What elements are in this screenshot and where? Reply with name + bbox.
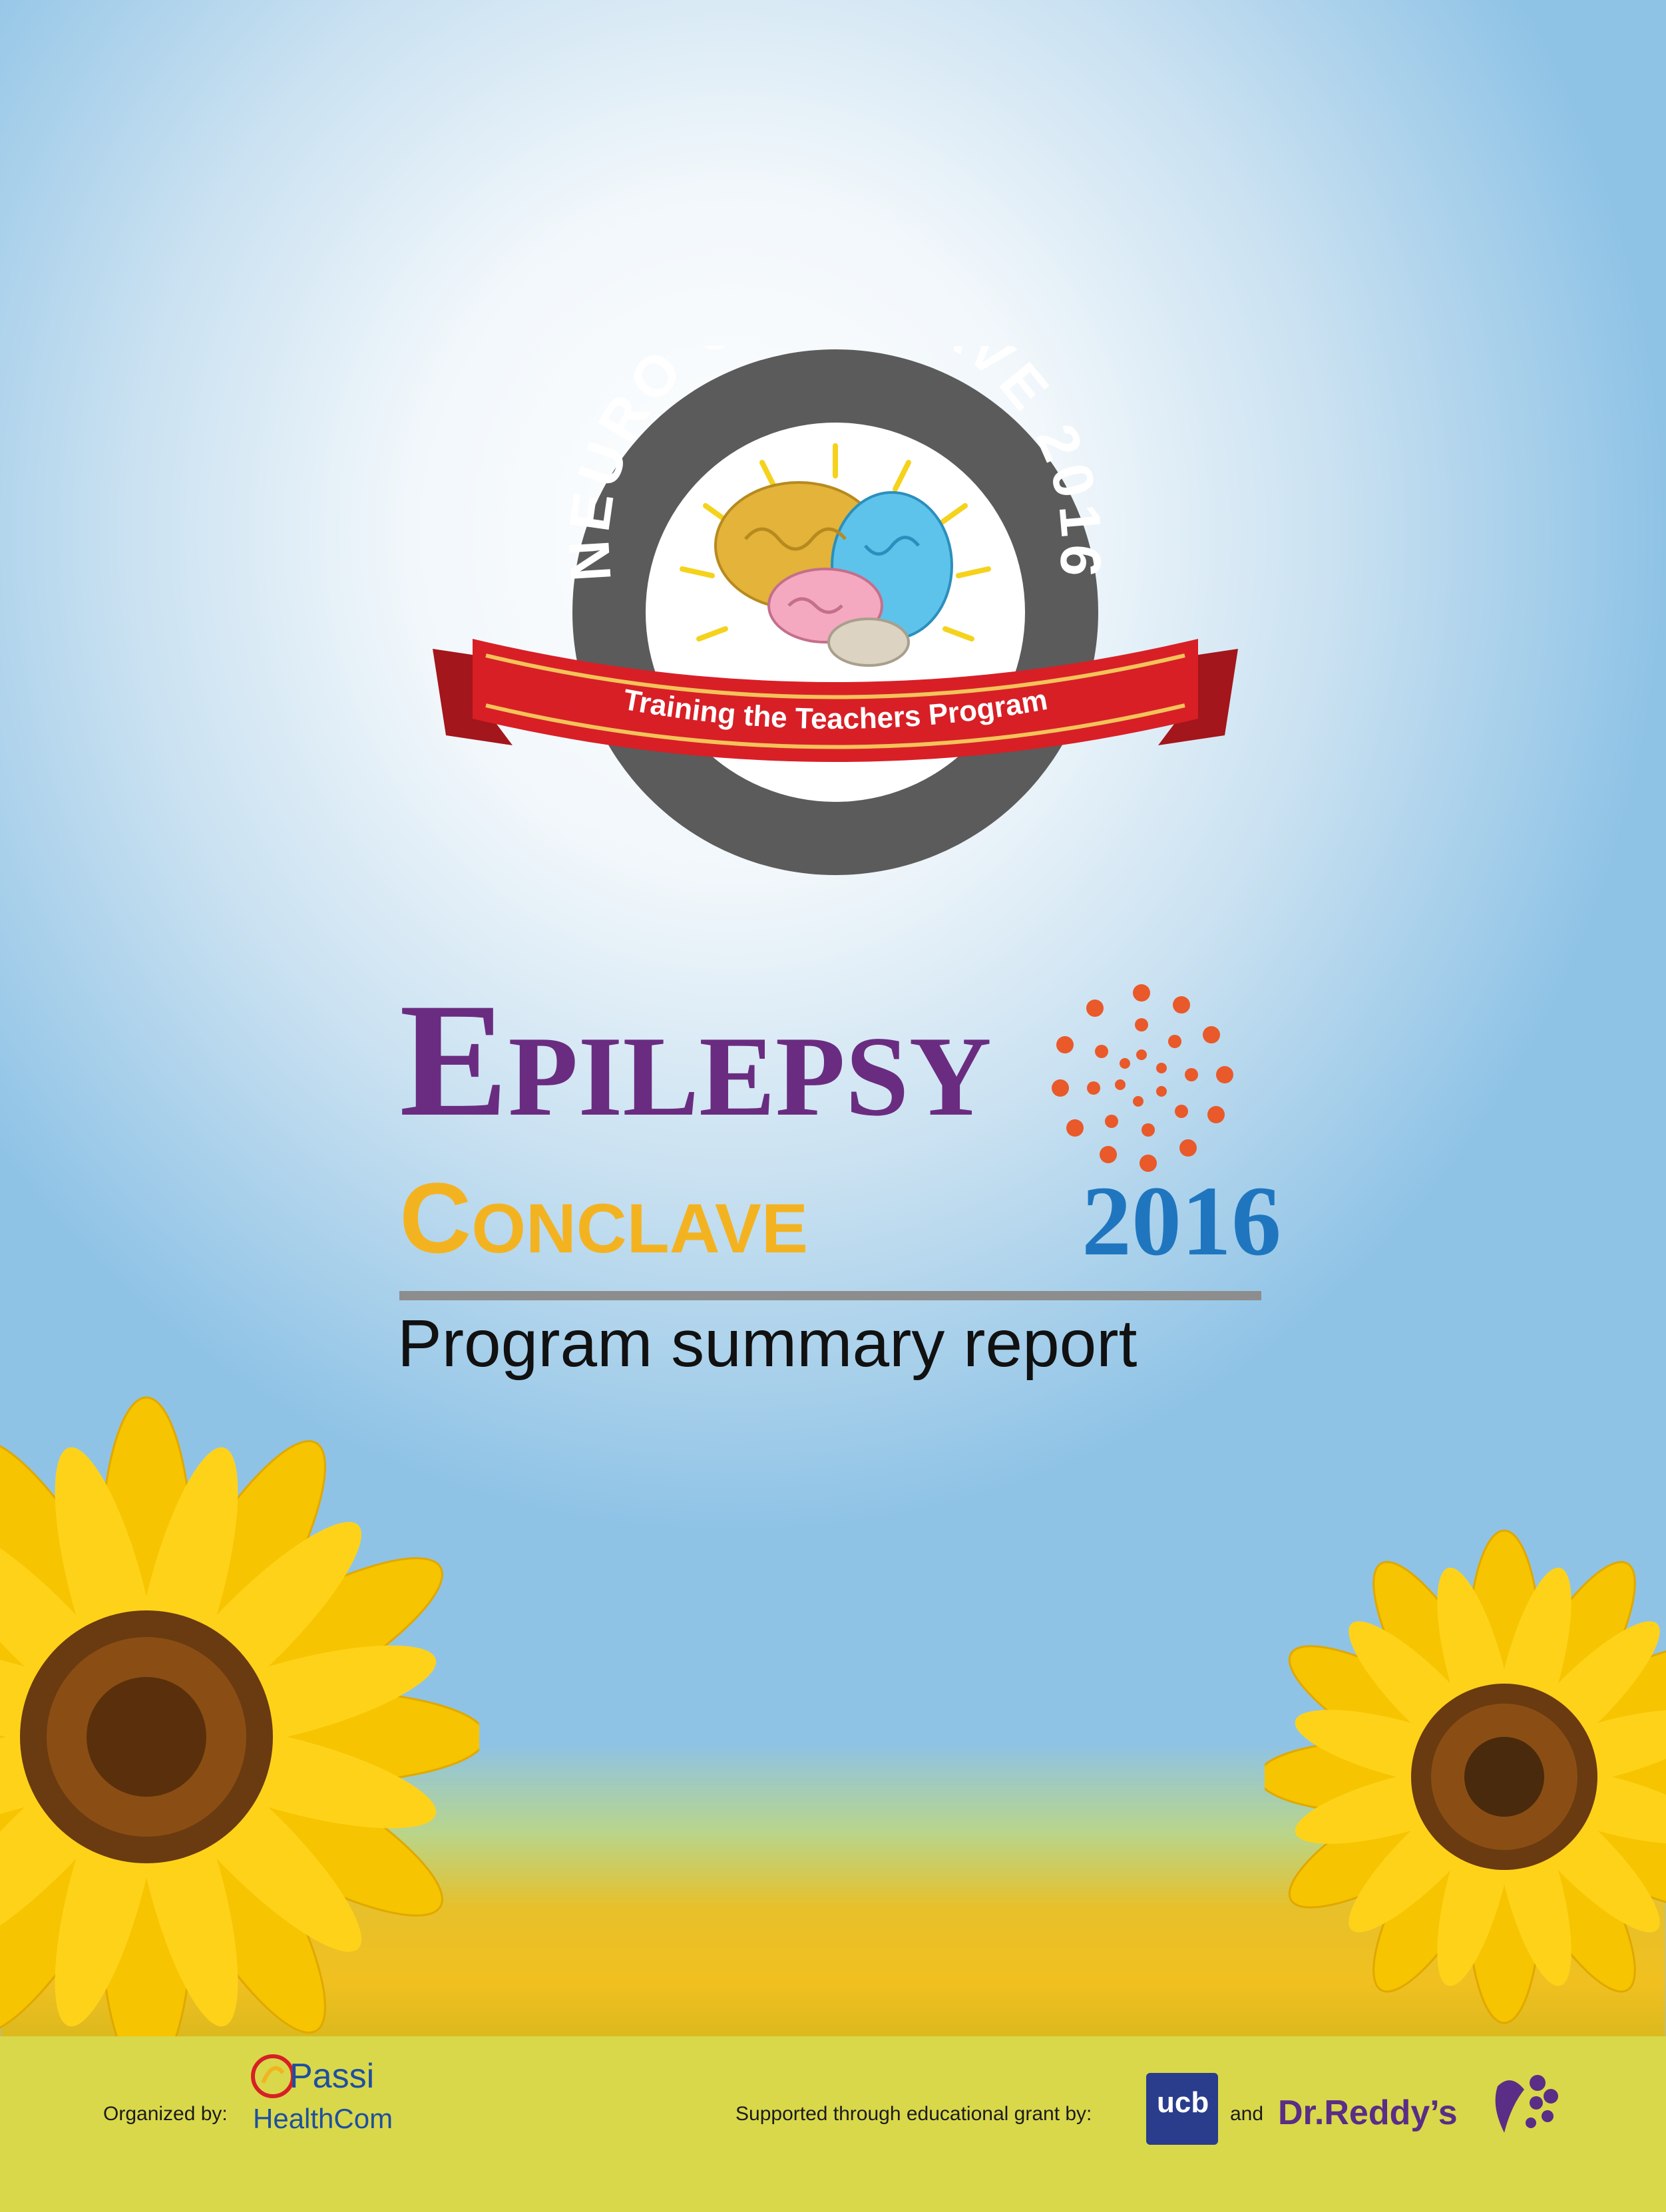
dr-reddys-logo-icon xyxy=(1495,2075,1558,2133)
subtitle: Program summary report xyxy=(397,1306,1138,1381)
organizer-name: Passi xyxy=(290,2057,375,2096)
title-divider xyxy=(399,1291,1261,1300)
ucb-logo-text: ucb xyxy=(1157,2086,1209,2119)
and-label: and xyxy=(1230,2103,1264,2125)
title-conclave: Conclave xyxy=(399,1162,808,1274)
organized-by-label: Organized by: xyxy=(103,2103,228,2125)
neuro-conclave-badge: NEURO CONCLAVE 2016 xyxy=(433,346,1238,875)
organizer-sub: HealthCom xyxy=(253,2103,393,2134)
title-epilepsy: Epilepsy xyxy=(399,970,992,1150)
right-sunflower-image xyxy=(1265,1529,1666,2024)
cover-page: NEURO CONCLAVE 2016 xyxy=(0,0,1666,2212)
title-year: 2016 xyxy=(1082,1166,1281,1276)
dotted-spiral-icon xyxy=(1052,984,1233,1172)
left-sunflower-image xyxy=(0,1396,479,2036)
dr-reddys-name: Dr.Reddy’s xyxy=(1278,2094,1458,2132)
supported-by-label: Supported through educational grant by: xyxy=(735,2103,1092,2125)
